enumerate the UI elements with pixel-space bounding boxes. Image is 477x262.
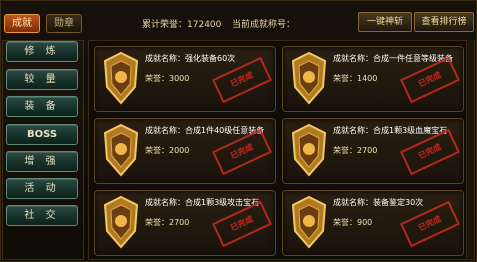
sidebar-item-cultivation[interactable]: 修 炼 — [6, 41, 78, 62]
achievement-card: 成就名称：装备鉴定30次 荣誉：900 已完成 — [282, 190, 464, 256]
achievement-honor: 荣誉：2000 — [145, 146, 190, 155]
sidebar-item-equipment[interactable]: 装 备 — [6, 96, 78, 117]
achievement-name: 成就名称：合成1颗3级血魔宝石 — [333, 126, 448, 135]
achievement-name: 成就名称：装备鉴定30次 — [333, 198, 424, 207]
achievement-honor: 荣誉：3000 — [145, 74, 190, 83]
total-honor-value: 172400 — [187, 20, 222, 30]
refresh-button[interactable]: 一键神斩 — [358, 12, 412, 32]
achievement-card: 成就名称：合成1颗3级攻击宝石 荣誉：2700 已完成 — [94, 190, 276, 256]
medal-icon — [291, 51, 327, 105]
tab-medals[interactable]: 勋章 — [46, 14, 82, 33]
current-title-label: 当前成就称号： — [232, 20, 296, 30]
tab-achievements[interactable]: 成就 — [4, 14, 40, 33]
achievement-honor: 荣誉：2700 — [333, 146, 378, 155]
achievement-card: 成就名称：合成1件40级任意装备 荣誉：2000 已完成 — [94, 118, 276, 184]
achievement-card: 成就名称：合成一件任意等级装备 荣誉：1400 已完成 — [282, 46, 464, 112]
achievement-honor: 荣誉：2700 — [145, 218, 190, 227]
sidebar-item-activity[interactable]: 活 动 — [6, 178, 78, 199]
total-honor: 累计荣誉：172400 — [142, 17, 221, 30]
achievement-name: 成就名称：合成1颗3级攻击宝石 — [145, 198, 260, 207]
medal-icon — [291, 123, 327, 177]
achievement-card: 成就名称：强化装备60次 荣誉：3000 已完成 — [94, 46, 276, 112]
achievement-honor: 荣誉：1400 — [333, 74, 378, 83]
scrollbar[interactable] — [466, 40, 474, 258]
sidebar-item-contest[interactable]: 较 量 — [6, 69, 78, 90]
sidebar-item-boss[interactable]: BOSS — [6, 124, 78, 145]
medal-icon — [291, 195, 327, 249]
achievement-name: 成就名称：强化装备60次 — [145, 54, 236, 63]
medal-icon — [103, 51, 139, 105]
achievement-card: 成就名称：合成1颗3级血魔宝石 荣誉：2700 已完成 — [282, 118, 464, 184]
total-honor-label: 累计荣誉： — [142, 20, 188, 30]
medal-icon — [103, 195, 139, 249]
sidebar-item-enhance[interactable]: 增 强 — [6, 151, 78, 172]
medal-icon — [103, 123, 139, 177]
leaderboard-button[interactable]: 查看排行榜 — [414, 12, 474, 32]
sidebar-item-social[interactable]: 社 交 — [6, 205, 78, 226]
achievement-honor: 荣誉：900 — [333, 218, 373, 227]
